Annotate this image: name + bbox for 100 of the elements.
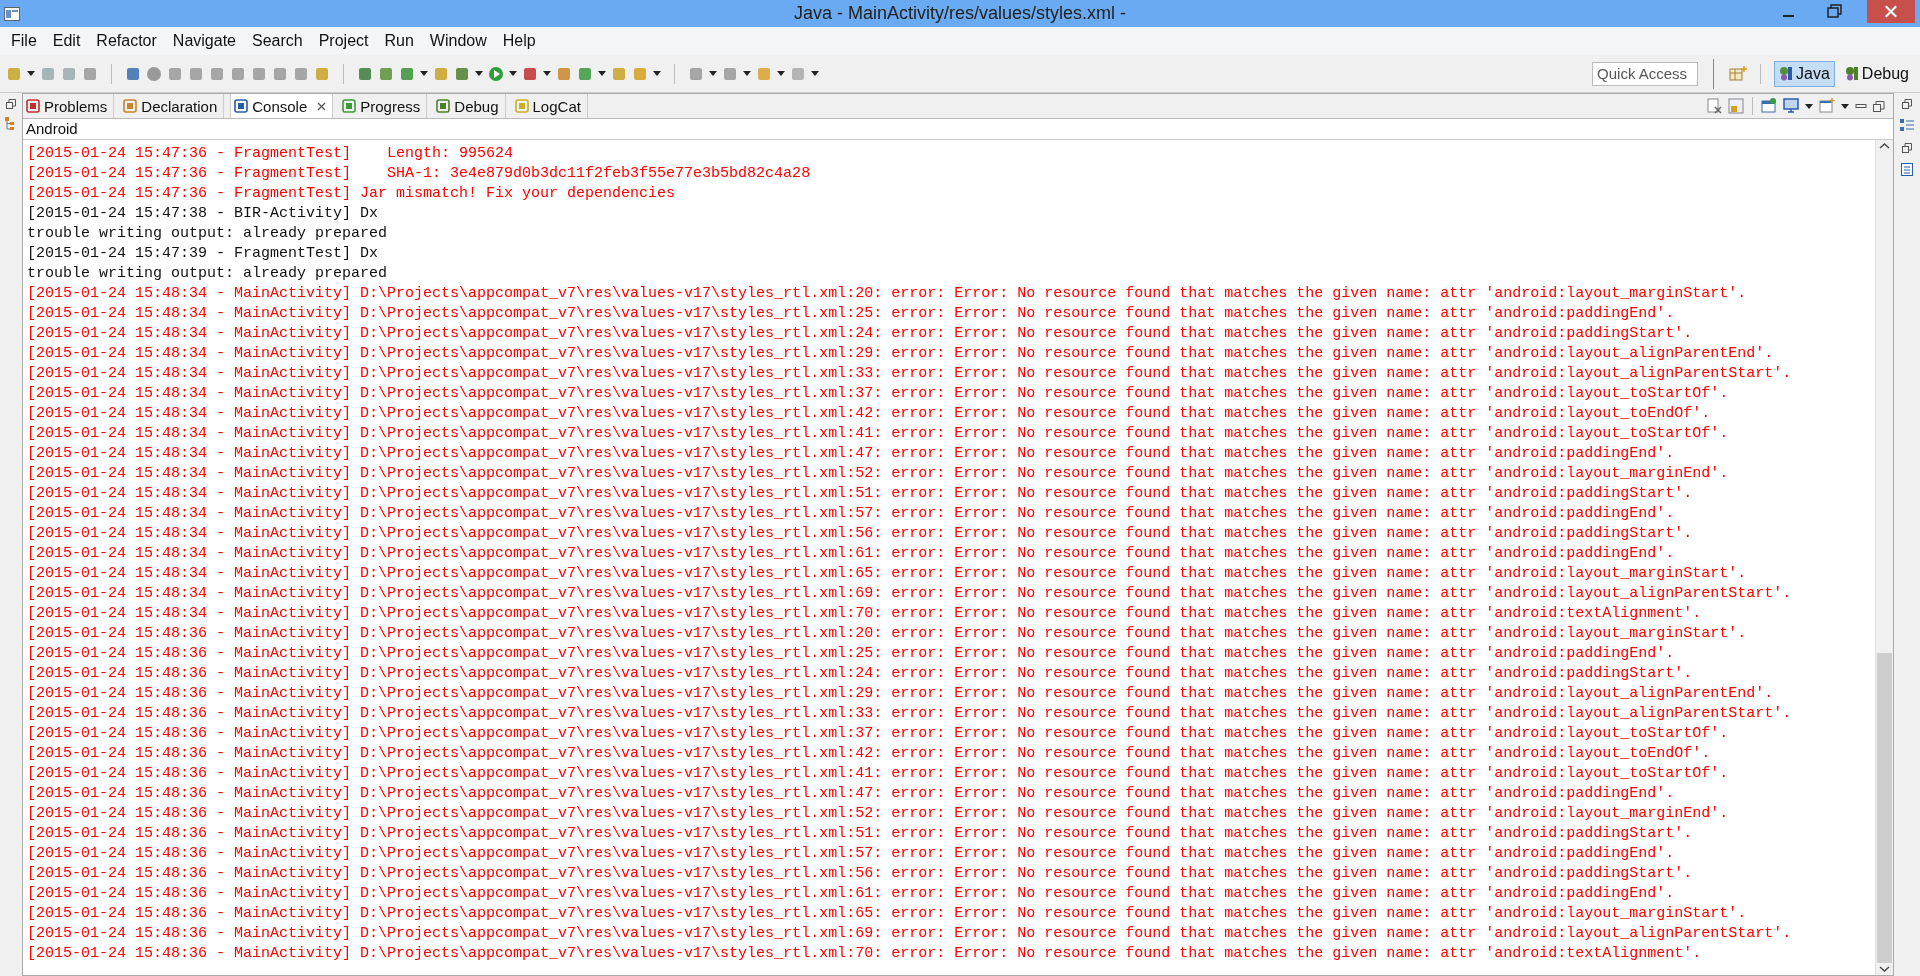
toolbar-icon[interactable]	[722, 65, 738, 82]
toolbar-icon[interactable]	[209, 65, 225, 82]
dropdown-caret-icon[interactable]	[1805, 103, 1813, 109]
toolbar-icon[interactable]	[378, 65, 394, 82]
toolbar-icon[interactable]	[611, 65, 627, 82]
task-list-icon[interactable]	[1901, 163, 1913, 176]
menu-item[interactable]: File	[3, 32, 45, 50]
dropdown-caret-icon[interactable]	[420, 71, 428, 76]
toolbar-icon[interactable]	[488, 65, 504, 82]
menu-item[interactable]: Help	[494, 32, 544, 50]
tab-icon	[342, 99, 357, 113]
toolbar-icon[interactable]	[167, 65, 183, 82]
display-console-icon[interactable]	[1783, 98, 1799, 114]
restore-icon[interactable]	[6, 99, 16, 109]
toolbar-icon[interactable]	[230, 65, 246, 82]
maximize-icon[interactable]	[1873, 100, 1885, 112]
window-title: Java - MainActivity/res/values/styles.xml -	[793, 3, 1127, 24]
toolbar-icon[interactable]	[293, 65, 309, 82]
console-line: trouble writing output: already prepared	[27, 264, 389, 284]
dropdown-caret-icon[interactable]	[653, 71, 661, 76]
menu-item[interactable]: Window	[421, 32, 495, 50]
dropdown-caret-icon[interactable]	[475, 71, 483, 76]
toolbar-icon[interactable]	[6, 65, 22, 82]
clear-console-icon[interactable]	[1706, 98, 1722, 114]
open-perspective-icon[interactable]	[1729, 65, 1748, 82]
view-tab[interactable]: Console	[230, 94, 334, 118]
console-line: [2015-01-24 15:48:34 - MainActivity] D:\Projects\appcompat_v7\res\values-v17\styles_rtl.xml:25: error: Error: No resource found that matches the given name: attr 'android:paddingEnd'.	[27, 304, 1676, 324]
view-tab[interactable]: Progress	[339, 94, 428, 118]
console-line: trouble writing output: already prepared	[27, 224, 389, 244]
console-line: [2015-01-24 15:48:36 - MainActivity] D:\Projects\appcompat_v7\res\values-v17\styles_rtl.xml:69: error: Error: No resource found that matches the given name: attr 'android:layout_alignParentStart'.	[27, 924, 1793, 944]
console-line: [2015-01-24 15:48:36 - MainActivity] D:\Projects\appcompat_v7\res\values-v17\styles_rtl.xml:24: error: Error: No resource found that matches the given name: attr 'android:paddingStart'.	[27, 664, 1694, 684]
dropdown-caret-icon[interactable]	[811, 71, 819, 76]
console-line: [2015-01-24 15:48:34 - MainActivity] D:\Projects\appcompat_v7\res\values-v17\styles_rtl.xml:56: error: Error: No resource found that matches the given name: attr 'android:paddingStart'.	[27, 524, 1694, 544]
dropdown-caret-icon[interactable]	[743, 71, 751, 76]
close-icon[interactable]	[317, 101, 327, 111]
dropdown-caret-icon[interactable]	[777, 71, 785, 76]
dropdown-caret-icon[interactable]	[27, 71, 35, 76]
console-name: Android	[23, 119, 1893, 140]
console-line: [2015-01-24 15:48:36 - MainActivity] D:\Projects\appcompat_v7\res\values-v17\styles_rtl.xml:56: error: Error: No resource found that matches the given name: attr 'android:paddingStart'.	[27, 864, 1694, 884]
toolbar-icon[interactable]	[632, 65, 648, 82]
toolbar-icon[interactable]	[790, 65, 806, 82]
console-line: [2015-01-24 15:48:36 - MainActivity] D:\Projects\appcompat_v7\res\values-v17\styles_rtl.xml:47: error: Error: No resource found that matches the given name: attr 'android:paddingEnd'.	[27, 784, 1676, 804]
console-line: [2015-01-24 15:48:36 - MainActivity] D:\Projects\appcompat_v7\res\values-v17\styles_rtl.xml:37: error: Error: No resource found that matches the given name: attr 'android:layout_toStartOf'.	[27, 724, 1730, 744]
console-line: [2015-01-24 15:47:36 - FragmentTest] Jar mismatch! Fix your dependencies	[27, 184, 677, 204]
console-line: [2015-01-24 15:48:36 - MainActivity] D:\Projects\appcompat_v7\res\values-v17\styles_rtl.xml:41: error: Error: No resource found that matches the given name: attr 'android:layout_toStartOf'.	[27, 764, 1730, 784]
toolbar-icon[interactable]	[756, 65, 772, 82]
console-line: [2015-01-24 15:48:34 - MainActivity] D:\Projects\appcompat_v7\res\values-v17\styles_rtl.xml:69: error: Error: No resource found that matches the given name: attr 'android:layout_alignParentStart'.	[27, 584, 1793, 604]
restore-icon[interactable]	[1902, 99, 1912, 109]
view-tab[interactable]: Debug	[433, 94, 506, 118]
perspective-button[interactable]: Java	[1774, 60, 1835, 87]
menu-item[interactable]: Project	[310, 32, 377, 50]
menu-item[interactable]: Edit	[44, 32, 89, 50]
console-line: [2015-01-24 15:47:36 - FragmentTest] Length: 995624	[27, 144, 515, 164]
toolbar-icon[interactable]	[314, 65, 330, 82]
console-line: [2015-01-24 15:48:34 - MainActivity] D:\Projects\appcompat_v7\res\values-v17\styles_rtl.xml:42: error: Error: No resource found that matches the given name: attr 'android:layout_toEndOf'.	[27, 404, 1712, 424]
app-icon	[4, 6, 20, 21]
menu-item[interactable]: Run	[376, 32, 422, 50]
outline-icon[interactable]	[1900, 119, 1914, 133]
console-line: [2015-01-24 15:48:34 - MainActivity] D:\Projects\appcompat_v7\res\values-v17\styles_rtl.xml:33: error: Error: No resource found that matches the given name: attr 'android:layout_alignParentStart'.	[27, 364, 1793, 384]
toolbar-icon[interactable]	[188, 65, 204, 82]
view-tab[interactable]: Declaration	[120, 94, 225, 118]
console-line: [2015-01-24 15:47:39 - FragmentTest] Dx	[27, 244, 380, 264]
toolbar-icon[interactable]	[454, 65, 470, 82]
toolbar-icon[interactable]	[40, 65, 56, 82]
scrollbar[interactable]	[1875, 140, 1893, 975]
console-line: [2015-01-24 15:48:36 - MainActivity] D:\Projects\appcompat_v7\res\values-v17\styles_rtl.xml:61: error: Error: No resource found that matches the given name: attr 'android:paddingEnd'.	[27, 884, 1676, 904]
perspective-button[interactable]: Debug	[1839, 60, 1914, 87]
dropdown-caret-icon[interactable]	[509, 71, 517, 76]
outline-icon[interactable]	[5, 117, 17, 131]
dropdown-caret-icon[interactable]	[598, 71, 606, 76]
menu-item[interactable]: Refactor	[88, 32, 165, 50]
restore-icon[interactable]	[1902, 143, 1912, 153]
dropdown-caret-icon[interactable]	[1841, 103, 1849, 109]
toolbar-icon[interactable]	[433, 65, 449, 82]
toolbar-icon[interactable]	[556, 65, 572, 82]
toolbar-icon[interactable]	[272, 65, 288, 82]
toolbar-icon[interactable]	[399, 65, 415, 82]
toolbar-icon[interactable]	[688, 65, 704, 82]
toolbar-icon[interactable]	[61, 65, 77, 82]
toolbar-icon[interactable]	[82, 65, 98, 82]
menu-item[interactable]: Navigate	[164, 32, 244, 50]
toolbar-icon[interactable]	[125, 65, 141, 82]
open-console-icon[interactable]	[1819, 98, 1835, 114]
menu-item[interactable]: Search	[244, 32, 311, 50]
console-line: [2015-01-24 15:48:36 - MainActivity] D:\Projects\appcompat_v7\res\values-v17\styles_rtl.xml:33: error: Error: No resource found that matches the given name: attr 'android:layout_alignParentStart'.	[27, 704, 1793, 724]
tab-icon	[436, 99, 451, 113]
view-tab[interactable]: Problems	[23, 94, 115, 118]
toolbar-icon[interactable]	[251, 65, 267, 82]
toolbar-icon[interactable]	[522, 65, 538, 82]
console-line: [2015-01-24 15:47:36 - FragmentTest] SHA-1: 3e4e879d0b3dc11f2feb3f55e77e3b5bd82c4a28	[27, 164, 812, 184]
quick-access-field[interactable]: Quick Access	[1592, 61, 1699, 86]
toolbar-icon[interactable]	[357, 65, 373, 82]
toolbar-icon[interactable]	[146, 65, 162, 82]
dropdown-caret-icon[interactable]	[709, 71, 717, 76]
console-line: [2015-01-24 15:48:36 - MainActivity] D:\Projects\appcompat_v7\res\values-v17\styles_rtl.xml:51: error: Error: No resource found that matches the given name: attr 'android:paddingStart'.	[27, 824, 1694, 844]
console-line: [2015-01-24 15:48:34 - MainActivity] D:\Projects\appcompat_v7\res\values-v17\styles_rtl.xml:70: error: Error: No resource found that matches the given name: attr 'android:textAlignment'.	[27, 604, 1703, 624]
dropdown-caret-icon[interactable]	[543, 71, 551, 76]
toolbar-icon[interactable]	[577, 65, 593, 82]
console-line: [2015-01-24 15:48:34 - MainActivity] D:\Projects\appcompat_v7\res\values-v17\styles_rtl.xml:29: error: Error: No resource found that matches the given name: attr 'android:layout_alignParentEnd'.	[27, 344, 1775, 364]
console-line: [2015-01-24 15:48:34 - MainActivity] D:\Projects\appcompat_v7\res\values-v17\styles_rtl.xml:57: error: Error: No resource found that matches the given name: attr 'android:paddingEnd'.	[27, 504, 1676, 524]
